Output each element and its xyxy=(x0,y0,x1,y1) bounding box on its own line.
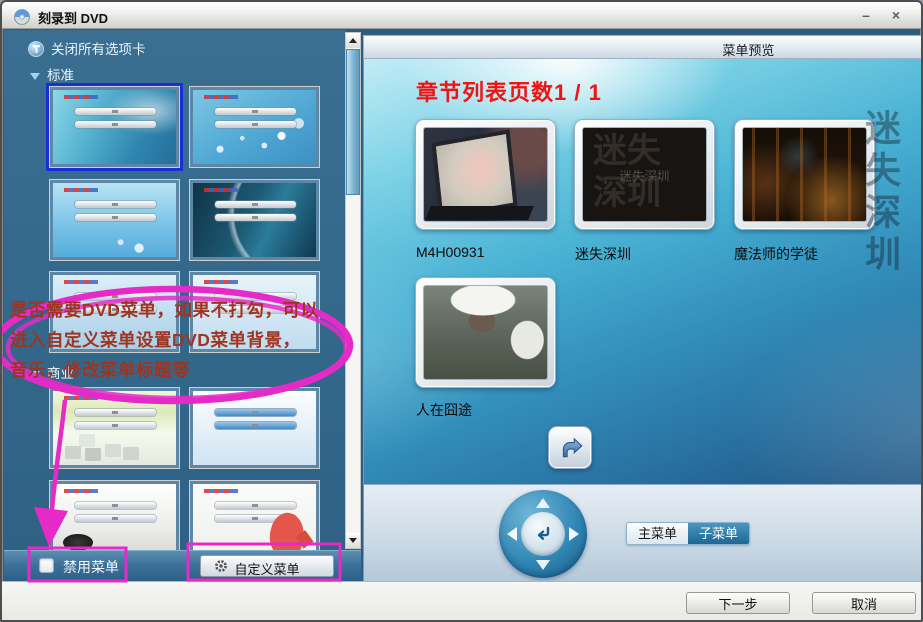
preview-header-title: 菜单预览 xyxy=(722,40,774,59)
dpad-enter-button[interactable] xyxy=(521,512,565,556)
video-thumbnail-1-image xyxy=(423,127,548,222)
template-thumbnail-4[interactable] xyxy=(189,179,320,261)
section-standard-label: 标准 xyxy=(47,68,74,83)
template-thumbnail-1[interactable] xyxy=(49,86,180,168)
video-thumbnail-2[interactable]: 迷失深圳 迷失深圳 xyxy=(574,119,715,230)
window-title: 刻录到 DVD xyxy=(38,8,108,27)
video-thumbnail-4-image xyxy=(423,285,548,380)
template-thumbnail-8[interactable] xyxy=(189,387,320,469)
section-business-label: 商业 xyxy=(47,366,74,381)
video-thumbnail-1[interactable] xyxy=(415,119,556,230)
video-label-2: 迷失深圳 xyxy=(575,244,631,264)
video-label-3: 魔法师的学徒 xyxy=(734,244,818,264)
video-label-1: M4H00931 xyxy=(416,244,485,260)
disable-menu-checkbox[interactable] xyxy=(39,558,54,573)
collapse-triangle-icon xyxy=(30,371,40,378)
video-thumbnail-3[interactable] xyxy=(734,119,875,230)
section-header-standard[interactable]: 标准 xyxy=(30,64,74,84)
collapse-triangle-icon xyxy=(30,73,40,80)
redo-button[interactable] xyxy=(548,426,592,469)
dpad-right-icon[interactable] xyxy=(569,527,579,541)
sidebar-scrollbar[interactable] xyxy=(345,32,361,549)
disable-menu-label[interactable]: 禁用菜单 xyxy=(63,557,119,577)
bottom-bar: 下一步 取消 xyxy=(2,581,921,620)
template-title-marks xyxy=(64,95,98,99)
redo-arrow-icon xyxy=(557,435,585,461)
close-all-icon xyxy=(28,41,44,57)
scroll-up-button[interactable] xyxy=(346,33,360,48)
video-label-4: 人在囧途 xyxy=(416,400,472,420)
customize-menu-label: 自定义菜单 xyxy=(201,559,333,578)
cancel-button[interactable]: 取消 xyxy=(812,592,916,614)
scroll-down-button[interactable] xyxy=(346,533,360,548)
video-2-title-small: 迷失深圳 xyxy=(583,165,706,184)
sub-menu-button[interactable]: 子菜单 xyxy=(688,523,749,544)
template-thumbnail-3[interactable] xyxy=(49,179,180,261)
template-thumbnail-7[interactable] xyxy=(49,387,180,469)
dpad-left-icon[interactable] xyxy=(507,527,517,541)
template-thumbnail-6[interactable] xyxy=(189,271,320,353)
menu-toggle: 主菜单 子菜单 xyxy=(626,522,750,545)
enter-arrow-icon xyxy=(532,523,554,545)
scroll-down-icon xyxy=(349,538,357,543)
section-header-business[interactable]: 商业 xyxy=(30,362,74,382)
close-all-label: 关闭所有选项卡 xyxy=(51,41,146,58)
scrollbar-thumb[interactable] xyxy=(346,49,360,195)
preview-header-bar: 菜单预览 xyxy=(363,35,922,59)
dpad-down-icon[interactable] xyxy=(536,560,550,570)
close-button[interactable]: × xyxy=(885,6,907,24)
sidebar-footer: 禁用菜单 自定义菜单 xyxy=(4,550,361,581)
next-button[interactable]: 下一步 xyxy=(686,592,790,614)
music-art xyxy=(63,534,93,551)
customize-menu-button[interactable]: 自定义菜单 xyxy=(200,555,334,577)
dvd-disc-icon xyxy=(13,7,31,25)
template-thumbnail-2[interactable] xyxy=(189,86,320,168)
video-thumbnail-4[interactable] xyxy=(415,277,556,388)
main-menu-button[interactable]: 主菜单 xyxy=(627,523,688,544)
minimize-button[interactable]: – xyxy=(855,6,877,24)
video-thumbnail-2-image: 迷失深圳 迷失深圳 xyxy=(582,127,707,222)
video-thumbnail-3-image xyxy=(742,127,867,222)
dpad-up-icon[interactable] xyxy=(536,498,550,508)
chapter-page-title: 章节列表页数1 / 1 xyxy=(416,75,602,107)
scroll-up-icon xyxy=(349,38,357,43)
preview-controls: 主菜单 子菜单 xyxy=(363,484,922,581)
dpad-control[interactable] xyxy=(499,490,587,578)
close-all-tabs-button[interactable]: 关闭所有选项卡 xyxy=(28,41,146,59)
titlebar: 刻录到 DVD – × xyxy=(2,2,921,29)
app-window: 刻录到 DVD – × 关闭所有选项卡 标准 xyxy=(0,0,923,622)
template-thumbnail-5[interactable] xyxy=(49,271,180,353)
stones-art xyxy=(65,446,81,459)
menu-preview-area: 章节列表页数1 / 1 迷失深圳 迷失深圳 M4H00931 迷失深圳 魔法师的… xyxy=(363,59,922,484)
template-sidebar: 关闭所有选项卡 标准 商业 xyxy=(4,30,345,581)
